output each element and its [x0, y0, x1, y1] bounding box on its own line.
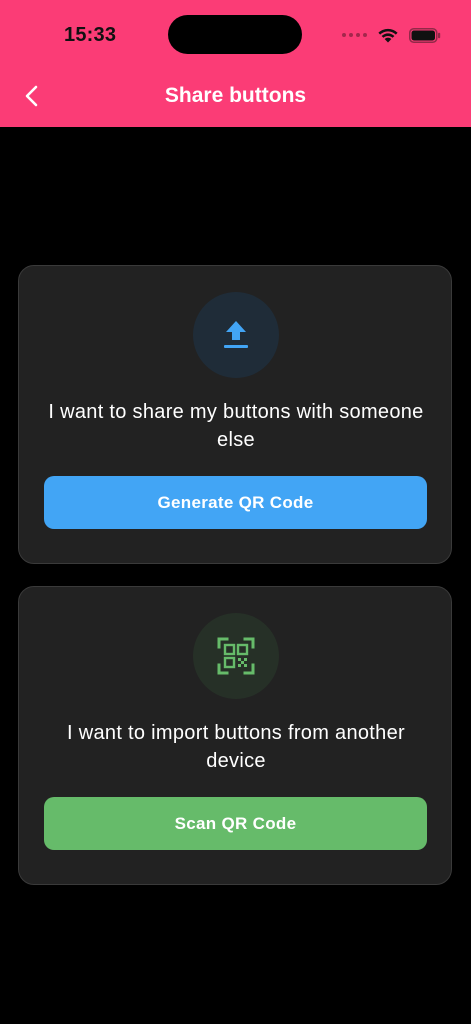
share-description: I want to share my buttons with someone … [48, 401, 424, 451]
import-description: I want to import buttons from another de… [67, 722, 405, 772]
status-icons [342, 24, 441, 46]
import-icon-badge [193, 613, 279, 699]
battery-icon [409, 27, 441, 43]
status-time: 15:33 [64, 24, 117, 46]
generate-qr-button[interactable]: Generate QR Code [44, 476, 427, 529]
share-icon-badge [193, 292, 279, 378]
import-card: I want to import buttons from another de… [18, 586, 452, 885]
signal-dots-icon [342, 33, 367, 37]
upload-icon [224, 321, 248, 348]
dynamic-island [168, 15, 302, 54]
qr-scan-icon [217, 637, 255, 675]
page-title: Share buttons [164, 84, 307, 107]
scan-qr-button[interactable]: Scan QR Code [44, 797, 427, 850]
share-card: I want to share my buttons with someone … [18, 265, 452, 564]
app-header: 15:33 Share buttons [0, 0, 471, 127]
wifi-icon [378, 28, 398, 43]
